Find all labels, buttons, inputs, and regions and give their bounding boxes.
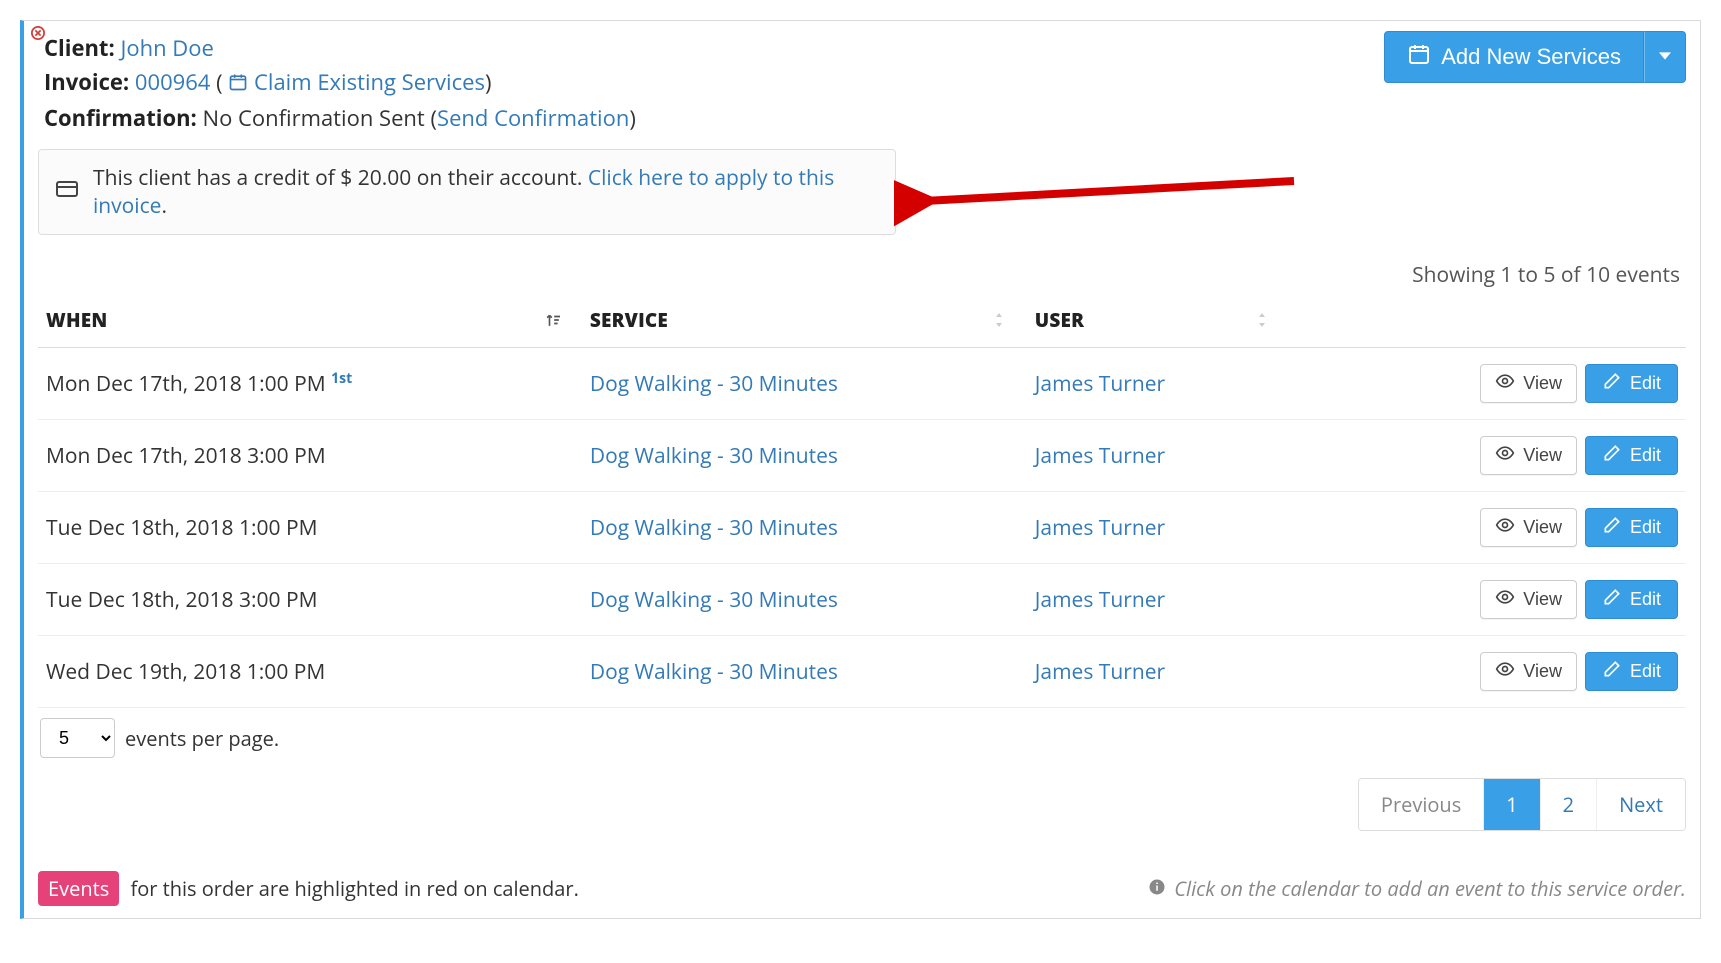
alert-prefix: This client has a credit of $: [93, 164, 358, 192]
col-when[interactable]: WHEN: [38, 297, 582, 348]
annotation-arrow: [894, 171, 1314, 231]
when-text: Tue Dec 18th, 2018 3:00 PM: [46, 586, 318, 614]
eye-icon: [1495, 659, 1515, 684]
credit-alert: This client has a credit of $ 20.00 on t…: [38, 149, 896, 235]
eye-icon: [1495, 587, 1515, 612]
footer-row: Events for this order are highlighted in…: [38, 875, 1686, 902]
user-link[interactable]: James Turner: [1035, 514, 1165, 542]
table-summary: Showing 1 to 5 of 10 events: [38, 261, 1686, 297]
view-button[interactable]: View: [1480, 580, 1577, 619]
events-table: WHEN SERVICE USER: [38, 297, 1686, 708]
pencil-icon: [1602, 371, 1622, 396]
claim-services-link[interactable]: Claim Existing Services: [254, 67, 485, 97]
send-confirmation-link[interactable]: Send Confirmation: [437, 103, 629, 133]
user-link[interactable]: James Turner: [1035, 370, 1165, 398]
add-services-dropdown[interactable]: [1644, 31, 1686, 83]
next-button[interactable]: Next: [1597, 779, 1685, 830]
per-page-suffix: events per page.: [125, 725, 279, 752]
invoice-panel: Client: John Doe Invoice: 000964 ( Claim…: [20, 20, 1701, 919]
page-1[interactable]: 1: [1484, 779, 1540, 830]
confirmation-label: Confirmation:: [44, 103, 197, 133]
view-button[interactable]: View: [1480, 364, 1577, 403]
confirmation-status: No Confirmation Sent: [203, 103, 425, 133]
pagination: Previous 1 2 Next: [1358, 778, 1686, 831]
add-services-label: Add New Services: [1441, 44, 1621, 70]
edit-button[interactable]: Edit: [1585, 436, 1678, 475]
calendar-icon: [1407, 42, 1431, 72]
previous-button[interactable]: Previous: [1359, 779, 1484, 830]
table-row: Tue Dec 18th, 2018 3:00 PM Dog Walking - …: [38, 564, 1686, 636]
client-info-block: Client: John Doe Invoice: 000964 ( Claim…: [44, 31, 636, 135]
edit-button[interactable]: Edit: [1585, 652, 1678, 691]
footer-text: for this order are highlighted in red on…: [130, 875, 578, 902]
when-text: Mon Dec 17th, 2018 1:00 PM: [46, 370, 326, 398]
service-link[interactable]: Dog Walking - 30 Minutes: [590, 514, 838, 542]
events-badge: Events: [38, 871, 119, 906]
eye-icon: [1495, 515, 1515, 540]
add-services-group: Add New Services: [1384, 31, 1686, 83]
alert-suffix: on their account.: [411, 164, 588, 192]
user-link[interactable]: James Turner: [1035, 586, 1165, 614]
col-user[interactable]: USER: [1027, 297, 1291, 348]
edit-button[interactable]: Edit: [1585, 364, 1678, 403]
view-button[interactable]: View: [1480, 508, 1577, 547]
view-button[interactable]: View: [1480, 436, 1577, 475]
service-link[interactable]: Dog Walking - 30 Minutes: [590, 658, 838, 686]
user-link[interactable]: James Turner: [1035, 442, 1165, 470]
client-name-link[interactable]: John Doe: [120, 33, 213, 63]
close-icon[interactable]: [30, 25, 46, 41]
calendar-icon: [228, 67, 248, 101]
user-link[interactable]: James Turner: [1035, 658, 1165, 686]
per-page-select[interactable]: 5: [40, 718, 115, 758]
table-row: Mon Dec 17th, 2018 3:00 PM Dog Walking - …: [38, 420, 1686, 492]
when-text: Wed Dec 19th, 2018 1:00 PM: [46, 658, 325, 686]
credit-card-icon: [55, 177, 79, 208]
edit-button[interactable]: Edit: [1585, 580, 1678, 619]
eye-icon: [1495, 443, 1515, 468]
table-row: Tue Dec 18th, 2018 1:00 PM Dog Walking - …: [38, 492, 1686, 564]
when-text: Tue Dec 18th, 2018 1:00 PM: [46, 514, 318, 542]
service-link[interactable]: Dog Walking - 30 Minutes: [590, 370, 838, 398]
alert-amount: 20.00: [358, 164, 412, 192]
client-label: Client:: [44, 33, 115, 63]
add-services-button[interactable]: Add New Services: [1384, 31, 1644, 83]
edit-button[interactable]: Edit: [1585, 508, 1678, 547]
service-link[interactable]: Dog Walking - 30 Minutes: [590, 586, 838, 614]
pencil-icon: [1602, 443, 1622, 468]
caret-down-icon: [1659, 50, 1671, 65]
sort-both-icon: [993, 307, 1005, 333]
invoice-label: Invoice:: [44, 67, 129, 97]
eye-icon: [1495, 371, 1515, 396]
per-page-control: 5 events per page.: [38, 718, 279, 758]
first-badge: 1st: [331, 369, 352, 388]
calendar-hint: Click on the calendar to add an event to…: [1148, 875, 1686, 902]
table-row: Mon Dec 17th, 2018 1:00 PM 1st Dog Walkin…: [38, 348, 1686, 420]
pencil-icon: [1602, 515, 1622, 540]
pencil-icon: [1602, 659, 1622, 684]
service-link[interactable]: Dog Walking - 30 Minutes: [590, 442, 838, 470]
page-2[interactable]: 2: [1541, 779, 1597, 830]
table-row: Wed Dec 19th, 2018 1:00 PM Dog Walking - …: [38, 636, 1686, 708]
pencil-icon: [1602, 587, 1622, 612]
invoice-number-link[interactable]: 000964: [135, 67, 210, 97]
when-text: Mon Dec 17th, 2018 3:00 PM: [46, 442, 326, 470]
col-service[interactable]: SERVICE: [582, 297, 1027, 348]
sort-asc-icon: [546, 307, 560, 333]
info-icon: [1148, 875, 1166, 902]
view-button[interactable]: View: [1480, 652, 1577, 691]
sort-both-icon: [1256, 307, 1268, 333]
